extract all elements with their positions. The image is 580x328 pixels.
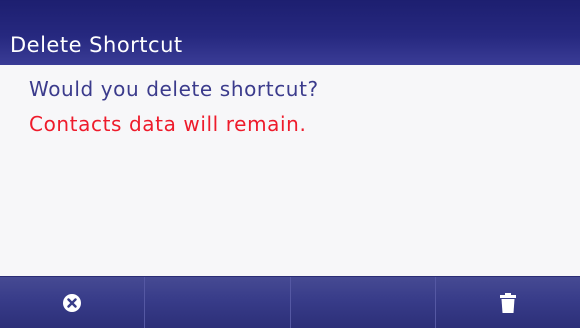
- cancel-softkey[interactable]: [0, 277, 146, 328]
- title-bar: Delete Shortcut: [0, 0, 580, 65]
- delete-softkey[interactable]: [436, 277, 580, 328]
- cancel-icon: [63, 293, 82, 312]
- confirmation-message: Would you delete shortcut?: [29, 77, 319, 101]
- dialog-title: Delete Shortcut: [10, 33, 183, 57]
- softkey-2[interactable]: [145, 277, 291, 328]
- delete-shortcut-dialog: Delete Shortcut Would you delete shortcu…: [0, 0, 580, 328]
- softkey-3[interactable]: [291, 277, 436, 328]
- trash-icon: [499, 292, 516, 313]
- dialog-content: Would you delete shortcut? Contacts data…: [0, 65, 580, 276]
- warning-message: Contacts data will remain.: [29, 112, 307, 136]
- softkey-bar: [0, 276, 580, 328]
